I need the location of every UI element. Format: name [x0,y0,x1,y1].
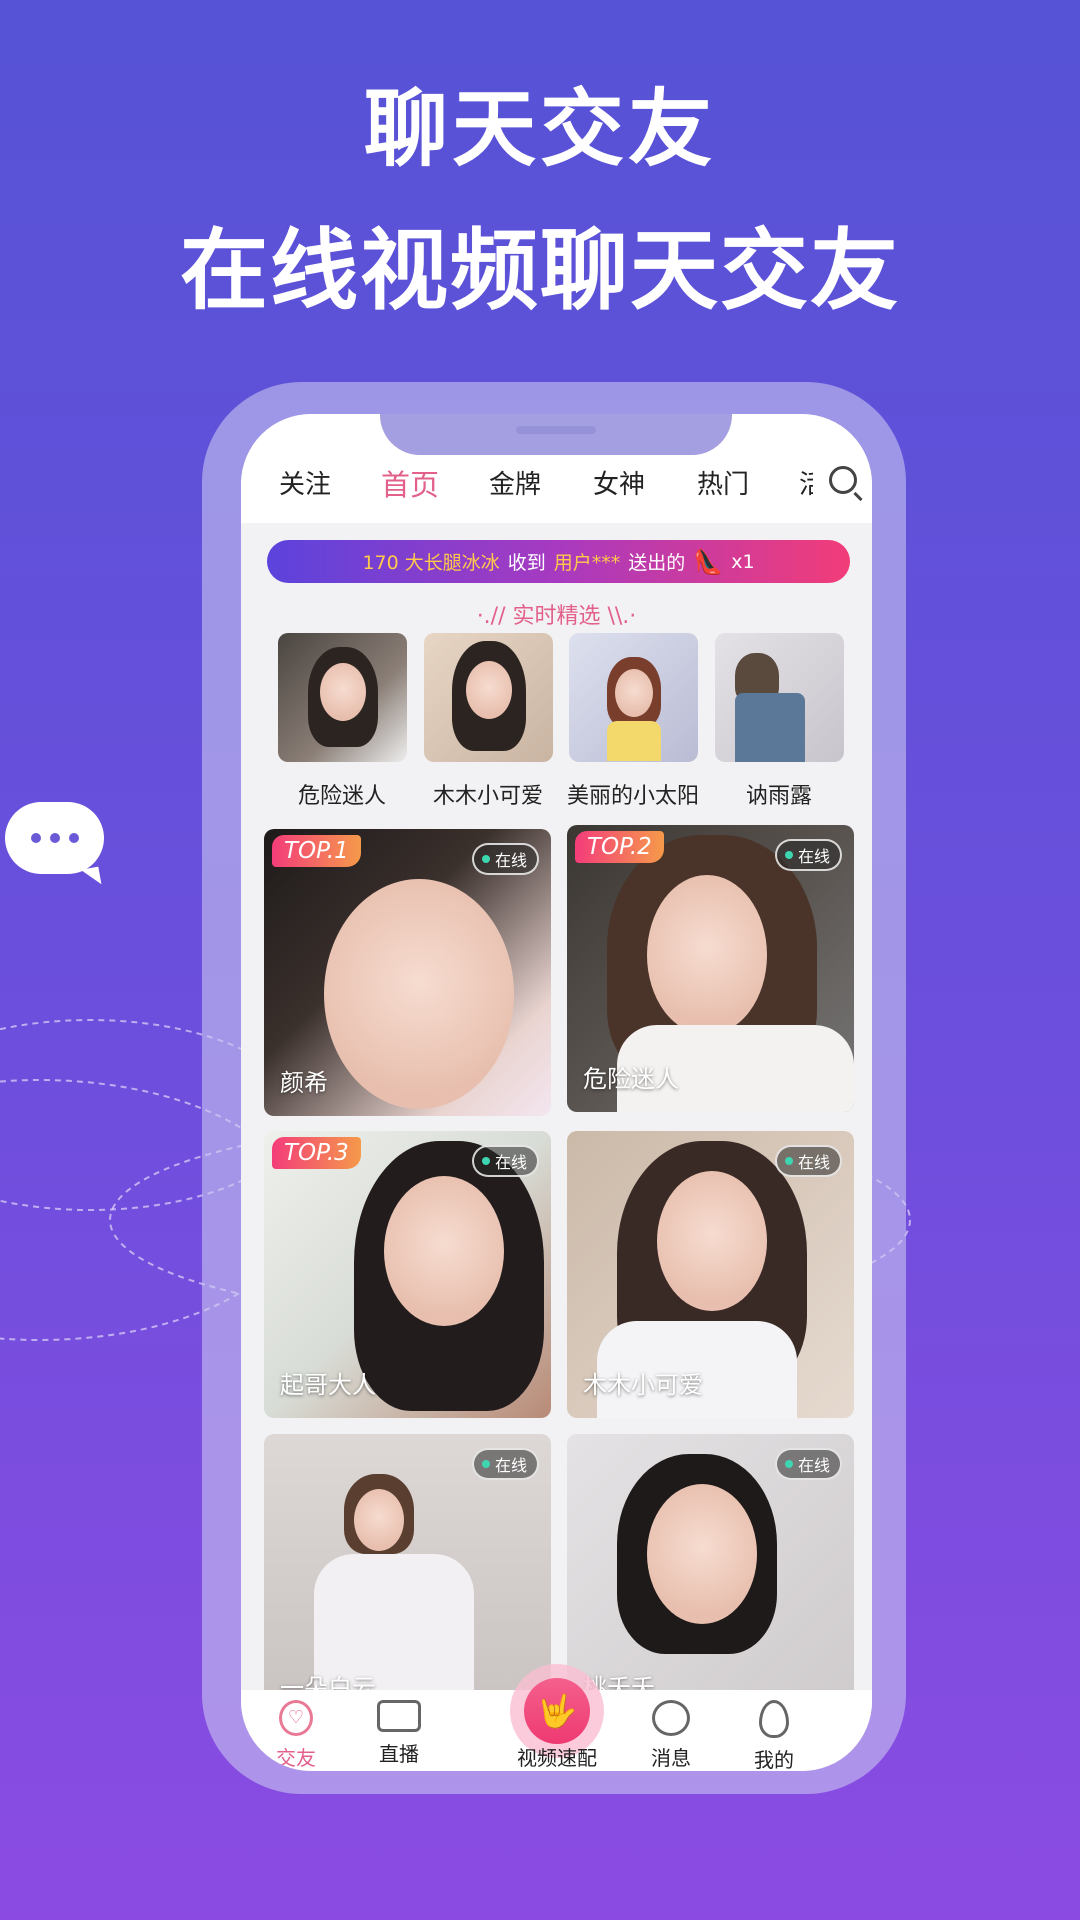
online-label: 在线 [494,1456,527,1475]
online-status: 在线 [774,1145,842,1177]
gift-banner[interactable]: 170 大长腿冰冰 收到 用户*** 送出的 👠 x1 [267,540,850,583]
featured-name: 讷雨露 [745,784,812,809]
online-dot-icon [481,1157,490,1165]
user-card[interactable]: TOP.1 在线 颜希 [264,829,551,1116]
card-name: 木木小可爱 [583,1371,703,1399]
online-dot-icon [784,851,793,859]
online-dot-icon [784,1157,793,1165]
online-dot-icon [481,855,490,863]
banner-receiver: 170 大长腿冰冰 [362,552,500,574]
bottom-nav: ♡ 交友 直播 🤟 视频速配 消息 我的 [241,1664,872,1771]
online-status: 在线 [471,1145,539,1177]
rank-badge: TOP.2 [575,831,664,863]
banner-received: 收到 [507,552,546,574]
promo-subtitle: 在线视频聊天交友 [179,218,900,322]
card-name: 起哥大人 [280,1371,376,1399]
egg-icon [759,1700,789,1738]
user-card[interactable]: TOP.3 在线 起哥大人 [264,1131,551,1418]
user-card[interactable]: TOP.2 在线 危险迷人 [567,825,854,1112]
tab-gold[interactable]: 金牌 [489,464,541,501]
tab-home[interactable]: 首页 [381,462,439,504]
online-label: 在线 [797,1153,830,1172]
heart-chat-icon: ♡ [279,1700,313,1736]
featured-thumb[interactable] [424,633,553,762]
nav-item-video-match[interactable]: 视频速配 [502,1742,612,1771]
featured-thumb[interactable] [278,633,407,762]
online-dot-icon [784,1460,793,1468]
featured-thumb[interactable] [715,633,844,762]
online-status: 在线 [471,843,539,875]
card-name: 颜希 [280,1069,328,1097]
high-heel-icon: 👠 [693,547,724,576]
phone-notch [380,414,732,455]
chat-bubble-icon [652,1700,690,1736]
nav-label: 交友 [276,1746,316,1770]
nav-item-friends[interactable]: ♡ 交友 [241,1700,351,1771]
nav-item-messages[interactable]: 消息 [616,1700,726,1771]
featured-title: ·.// 实时精选 \\.· [476,604,637,629]
online-label: 在线 [494,851,527,870]
tab-goddess[interactable]: 女神 [593,464,645,501]
search-icon[interactable] [829,466,857,494]
nav-item-live[interactable]: 直播 [344,1700,454,1767]
nav-label: 消息 [651,1746,691,1770]
online-label: 在线 [797,847,830,866]
banner-user: 用户*** [553,552,621,574]
online-status: 在线 [774,1448,842,1480]
video-camera-icon [377,1700,421,1732]
online-label: 在线 [494,1153,527,1172]
banner-sent: 送出的 [628,552,686,574]
user-card[interactable]: 在线 一朵白云 [264,1434,551,1721]
card-name: 危险迷人 [583,1065,679,1093]
nav-item-profile[interactable]: 我的 [719,1700,829,1771]
featured-name: 危险迷人 [297,784,386,809]
tab-follow[interactable]: 关注 [279,464,331,501]
featured-thumb[interactable] [569,633,698,762]
nav-label: 直播 [379,1742,419,1766]
phone-screen: 关注 首页 金牌 女神 热门 活 170 大长腿冰冰 收到 用户*** 送出的 … [241,414,872,1771]
online-status: 在线 [471,1448,539,1480]
online-dot-icon [481,1460,490,1468]
featured-name: 木木小可爱 [432,784,543,809]
user-card[interactable]: 在线 桃夭夭 [567,1434,854,1721]
online-status: 在线 [774,839,842,871]
online-label: 在线 [797,1456,830,1475]
featured-name: 美丽的小太阳 [566,784,699,809]
rock-hand-icon: 🤟 [524,1678,590,1744]
rank-badge: TOP.3 [272,1137,361,1169]
nav-label: 我的 [754,1748,794,1771]
chat-bubble-icon [5,802,104,874]
banner-count: x1 [731,550,755,573]
nav-label: 视频速配 [517,1746,597,1770]
rank-badge: TOP.1 [272,835,361,867]
promo-title: 聊天交友 [363,79,716,178]
tab-hot[interactable]: 热门 [697,464,749,501]
user-card[interactable]: 在线 木木小可爱 [567,1131,854,1418]
tab-activity[interactable]: 活 [799,464,813,501]
